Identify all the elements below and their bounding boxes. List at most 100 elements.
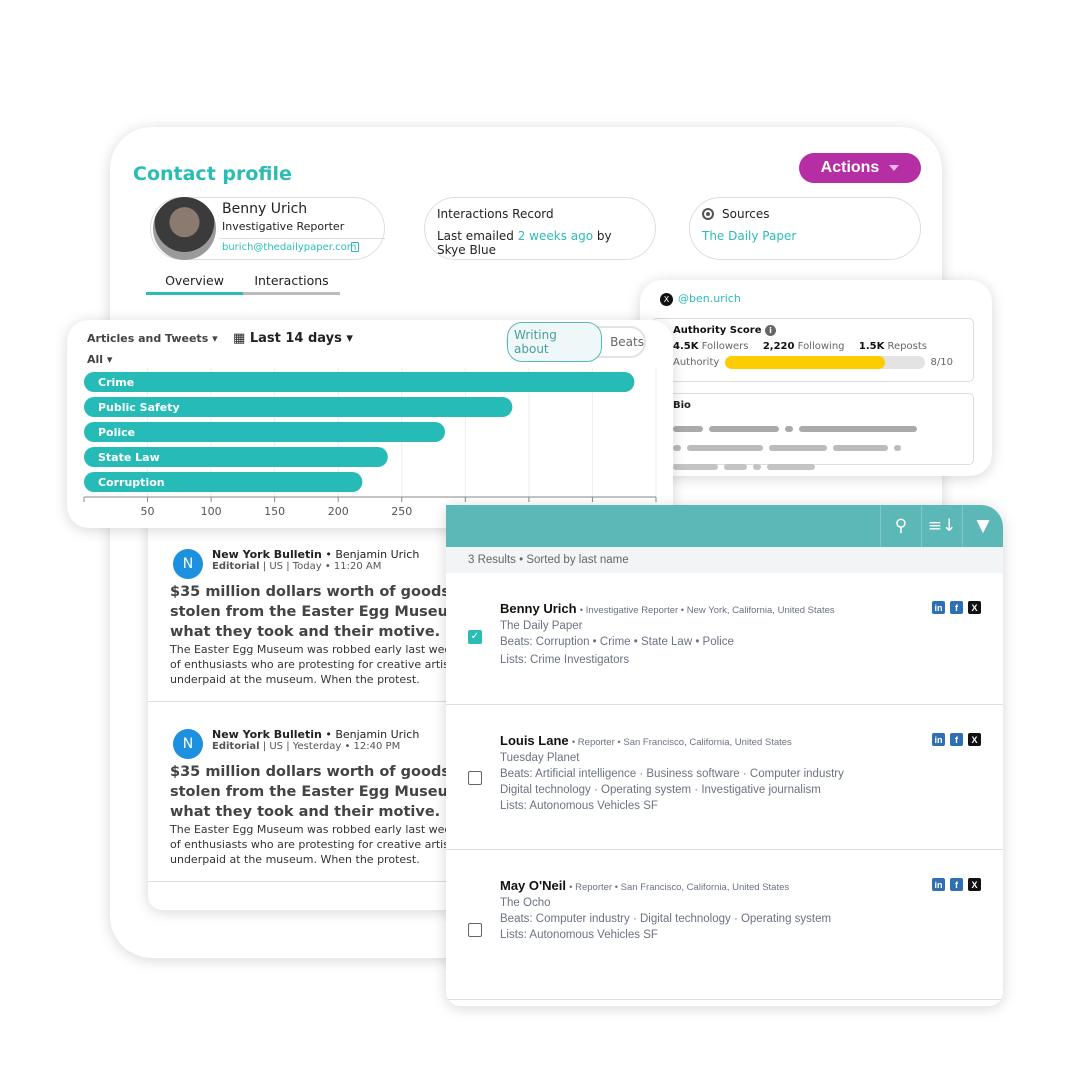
tab-overview[interactable]: Overview	[146, 273, 243, 295]
interactions-record-pill: Interactions Record Last emailed 2 weeks…	[424, 197, 656, 260]
bio-box: Bio	[652, 393, 974, 470]
author: Benjamin Urich	[335, 728, 420, 741]
x-handle[interactable]: @ben.urich	[678, 292, 741, 305]
sort-icon[interactable]: ≡↓	[921, 505, 962, 547]
following-label: Following	[797, 341, 845, 352]
contact-name[interactable]: Benny Urich	[500, 601, 577, 616]
beats: Beats: Corruption • Crime • State Law • …	[500, 636, 734, 648]
source-link[interactable]: The Daily Paper	[702, 229, 908, 243]
authority-bar-fill	[725, 356, 885, 369]
x-icon[interactable]: X	[968, 601, 981, 614]
x-icon: X	[660, 293, 673, 306]
copy-icon[interactable]	[351, 242, 359, 252]
authority-bar	[725, 356, 925, 369]
authority-title: Authority Score	[673, 325, 762, 336]
search-icon[interactable]: ⚲	[880, 505, 921, 547]
timestamp: Today • 11:20 AM	[292, 561, 382, 572]
x-icon[interactable]: X	[968, 733, 981, 746]
contact-meta: • Reporter • San Francisco, California, …	[569, 882, 790, 893]
headline[interactable]: $35 million dollars worth of goods haves…	[170, 762, 448, 822]
lists: Lists: Crime Investigators	[500, 654, 630, 666]
authority-label: Authority	[673, 357, 720, 368]
contact-name: Benny Urich	[222, 201, 308, 217]
bar-label: Corruption	[98, 476, 165, 489]
last-emailed-label: Last emailed	[437, 229, 514, 243]
lists: Lists: Autonomous Vehicles SF	[500, 929, 658, 941]
result-row[interactable]: ✓ Benny Urich • Investigative Reporter • …	[446, 573, 1003, 705]
result-row[interactable]: Louis Lane • Reporter • San Francisco, C…	[446, 705, 1003, 850]
outlet: The Daily Paper	[500, 620, 583, 632]
bar-label: State Law	[98, 451, 160, 464]
row-checkbox[interactable]: ✓	[468, 630, 482, 644]
actions-label: Actions	[820, 159, 880, 176]
outlet-logo: N	[173, 549, 203, 579]
row-checkbox[interactable]	[468, 923, 482, 937]
contact-meta: • Reporter • San Francisco, California, …	[571, 737, 792, 748]
outlet-name: New York Bulletin	[212, 728, 322, 741]
followers-label: Followers	[701, 341, 749, 352]
region: US	[269, 561, 284, 572]
linkedin-icon[interactable]: in	[932, 733, 945, 746]
results-panel: ⚲ ≡↓ ▼ 3 Results • Sorted by last name ✓…	[446, 505, 1003, 1006]
outlet: Tuesday Planet	[500, 752, 580, 764]
result-row[interactable]: May O'Neil • Reporter • San Francisco, C…	[446, 850, 1003, 1000]
beats-chart-card: Articles and Tweets ▾ ▦ Last 14 days ▾ A…	[67, 320, 673, 528]
last-emailed-link[interactable]: 2 weeks ago	[518, 229, 593, 243]
x-tick-label: 200	[328, 505, 349, 518]
email-link[interactable]: burich@thedailypaper.com	[222, 242, 356, 253]
authority-score-box: Authority Score i 4.5K Followers 2,220 Fo…	[652, 318, 974, 382]
headline[interactable]: $35 million dollars worth of goods haves…	[170, 582, 448, 642]
beats: Digital technology · Operating system · …	[500, 784, 821, 796]
outlet-logo: N	[173, 729, 203, 759]
contact-meta: • Investigative Reporter • New York, Cal…	[579, 605, 835, 616]
contact-name[interactable]: May O'Neil	[500, 878, 566, 893]
x-tick-label: 250	[391, 505, 412, 518]
actions-button[interactable]: Actions	[799, 153, 921, 183]
contact-name[interactable]: Louis Lane	[500, 733, 569, 748]
author: Benjamin Urich	[335, 548, 420, 561]
social-card: X @ben.urich Authority Score i 4.5K Follo…	[640, 280, 992, 476]
facebook-icon[interactable]: f	[950, 878, 963, 891]
region: US	[269, 741, 284, 752]
info-icon[interactable]: i	[764, 325, 776, 336]
x-tick-label: 100	[201, 505, 222, 518]
avatar	[153, 197, 216, 260]
excerpt: The Easter Egg Museum was robbed early l…	[170, 823, 448, 866]
beats: Beats: Artificial intelligence · Busines…	[500, 768, 844, 780]
article-type: Editorial	[212, 561, 260, 572]
filter-icon[interactable]: ▼	[962, 505, 1003, 547]
facebook-icon[interactable]: f	[950, 601, 963, 614]
x-tick-label: 150	[264, 505, 285, 518]
facebook-icon[interactable]: f	[950, 733, 963, 746]
target-icon	[702, 208, 714, 220]
articles-list: N New York Bulletin • Benjamin Urich Edi…	[148, 520, 468, 910]
excerpt: The Easter Egg Museum was robbed early l…	[170, 643, 448, 686]
results-summary: 3 Results • Sorted by last name	[446, 547, 1003, 573]
timestamp: Yesterday • 12:40 PM	[292, 741, 401, 752]
bar-chart: 50100150200250300350400450CrimePublic Sa…	[83, 368, 667, 518]
linkedin-icon[interactable]: in	[932, 878, 945, 891]
profile-tabs: Overview Interactions	[146, 273, 340, 295]
bar	[84, 422, 445, 442]
bar-label: Crime	[98, 376, 134, 389]
bar	[84, 372, 635, 392]
authority-score: 8/10	[930, 357, 953, 368]
tab-interactions[interactable]: Interactions	[243, 273, 340, 292]
outlet: The Ocho	[500, 897, 551, 909]
results-rows: ✓ Benny Urich • Investigative Reporter • …	[446, 573, 1003, 1000]
article-item[interactable]: N New York Bulletin • Benjamin Urich Edi…	[148, 720, 448, 882]
page-title: Contact profile	[133, 163, 292, 185]
article-item[interactable]: N New York Bulletin • Benjamin Urich Edi…	[148, 540, 448, 702]
outlet-name: New York Bulletin	[212, 548, 322, 561]
followers-count: 4.5K	[673, 341, 699, 352]
x-icon[interactable]: X	[968, 878, 981, 891]
following-count: 2,220	[762, 341, 795, 352]
sources-pill: Sources The Daily Paper	[689, 197, 921, 260]
linkedin-icon[interactable]: in	[932, 601, 945, 614]
chevron-down-icon	[889, 165, 900, 171]
profile-pill: Benny Urich Investigative Reporter buric…	[150, 197, 385, 260]
bar-label: Police	[98, 426, 135, 439]
row-checkbox[interactable]	[468, 771, 482, 785]
x-tick-label: 50	[141, 505, 155, 518]
sources-title: Sources	[722, 207, 770, 221]
